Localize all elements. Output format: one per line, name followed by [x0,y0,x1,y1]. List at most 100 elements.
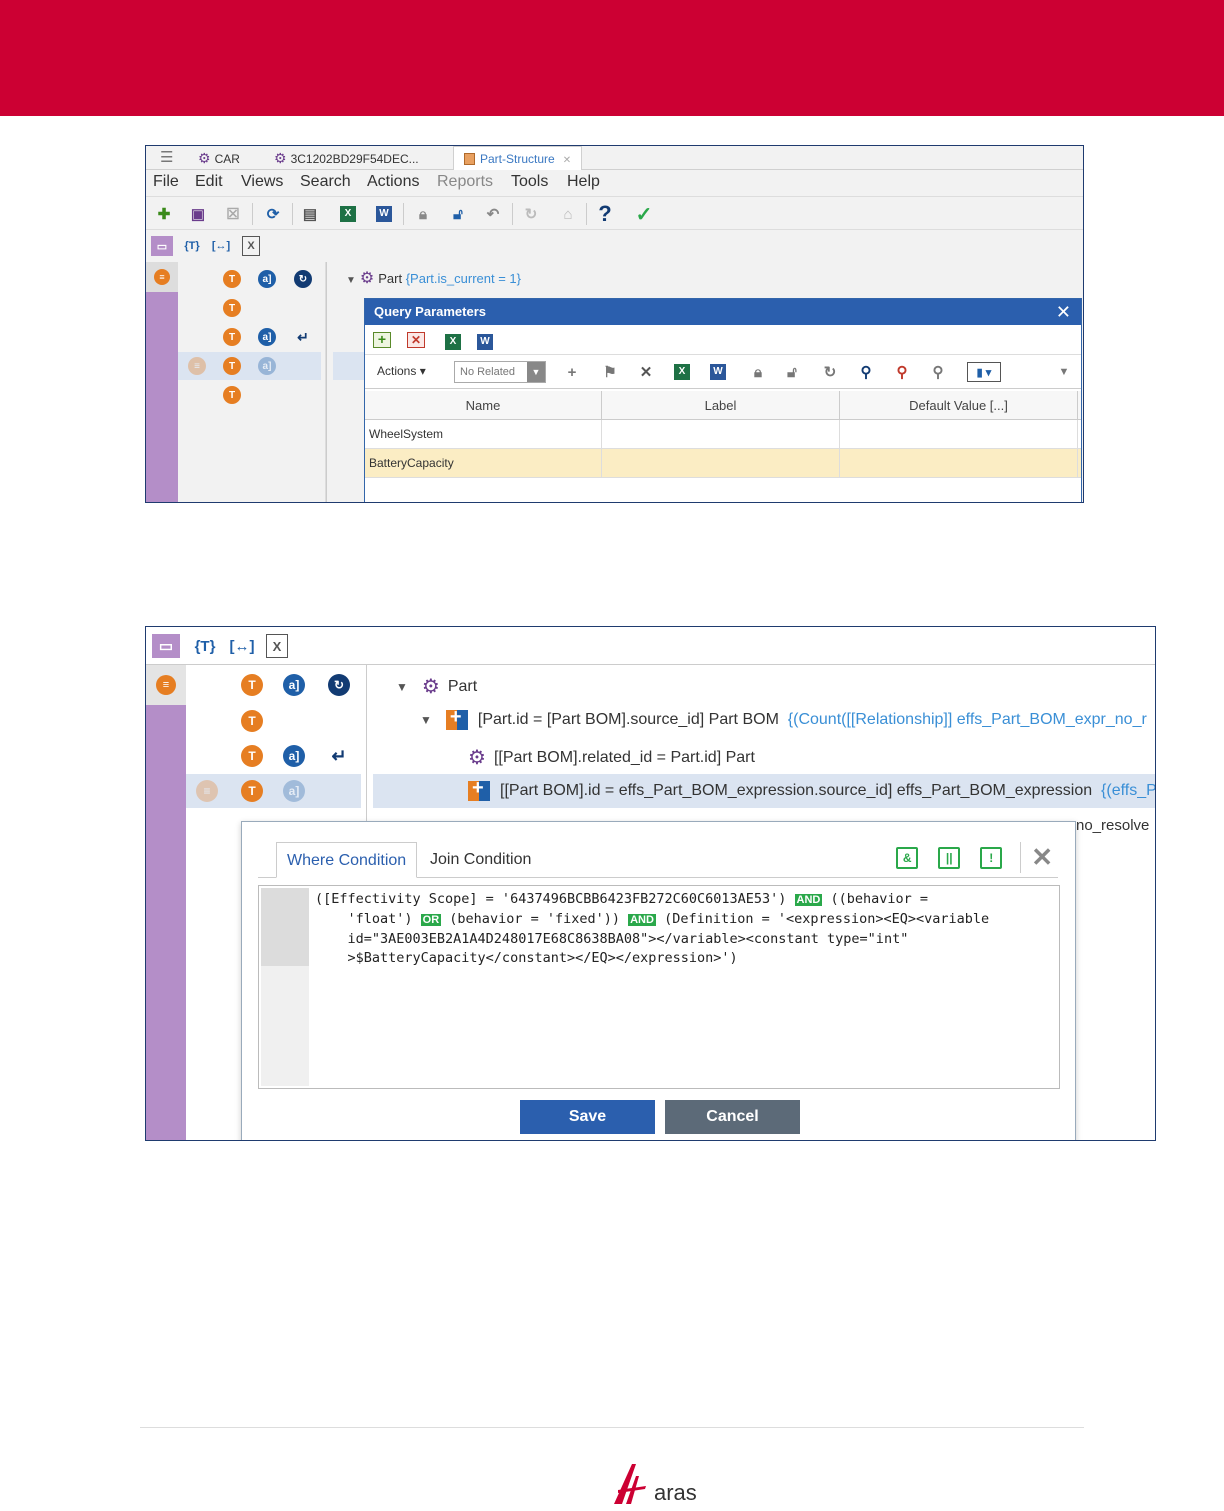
tab-part-item[interactable]: ⚙ 3C1202BD29F54DEC... [274,146,419,170]
delete-icon[interactable]: ✕ [635,362,657,382]
print-icon[interactable]: ▤ [299,203,321,225]
help-icon[interactable]: ? [594,201,616,226]
parameters-icon[interactable]: {T} [180,236,204,256]
tree-node-effs-expression[interactable]: [[Part BOM].id = effs_Part_BOM_expressio… [468,777,1155,801]
filter-icon[interactable]: T [223,299,241,317]
clear-icon[interactable]: X [266,634,288,658]
alias-icon[interactable]: a] [258,328,276,346]
pick-related-icon[interactable]: ⚑ [599,362,621,382]
export-excel-icon[interactable]: X [445,331,461,350]
join-icon[interactable]: [↔] [226,634,258,658]
alias-icon[interactable]: a] [283,745,305,767]
search-options-icon[interactable]: ⚲ [927,362,949,382]
and-icon[interactable]: & [896,846,919,869]
tree-node-part-related[interactable]: ⚙ [[Part BOM].related_id = Part.id] Part [468,745,755,770]
expand-icon[interactable]: ▼ [420,713,432,727]
close-icon[interactable]: ✕ [1056,299,1071,325]
column-name[interactable]: Name [365,391,602,419]
or-icon[interactable]: || [938,846,961,869]
tab-part-structure[interactable]: Part-Structure ✕ [453,146,583,170]
column-default-value[interactable]: Default Value [...] [840,391,1078,419]
export-word-icon[interactable]: W [477,331,493,350]
tree-root[interactable]: ▼ ⚙ Part {Part.is_current = 1} [346,268,521,288]
condition-icon[interactable]: ≡ [196,780,218,802]
search-icon[interactable]: ⚲ [855,362,877,382]
lock-icon[interactable]: 🔒︎ [747,362,769,382]
clear-icon[interactable]: X [242,236,260,256]
alias-icon[interactable]: a] [283,674,305,696]
undo-icon[interactable]: ↶ [482,203,504,225]
refresh-icon[interactable]: ⟳ [262,203,284,225]
tree-node-part[interactable]: ▼ ⚙ Part [396,674,477,699]
query-tree-icon[interactable]: ≡ [146,665,186,705]
more-dropdown[interactable]: ▼ [1053,362,1075,382]
menu-actions[interactable]: Actions [367,173,419,191]
new-relationship-icon[interactable]: + [561,362,583,382]
condition-icon[interactable]: ≡ [188,357,206,375]
tab-where-condition[interactable]: Where Condition [276,842,418,878]
filter-icon[interactable]: T [223,357,241,375]
actions-dropdown[interactable]: Actions ▾ [377,364,426,378]
filter-icon[interactable]: T [241,780,263,802]
query-tree-icon[interactable]: ≡ [146,262,178,292]
hamburger-icon[interactable]: ☰ [160,148,173,166]
expand-icon[interactable]: ▼ [346,275,356,286]
menu-file[interactable]: File [153,173,179,191]
export-excel-icon[interactable]: X [337,203,359,225]
return-icon[interactable]: ↵ [294,328,312,346]
table-row[interactable]: WheelSystem [365,420,1081,449]
filter-icon[interactable]: T [223,270,241,288]
menu-help[interactable]: Help [567,173,600,191]
menu-views[interactable]: Views [241,173,283,191]
return-icon[interactable]: ↵ [328,745,350,767]
not-icon[interactable]: ! [980,846,1003,869]
parameters-icon[interactable]: {T} [190,634,220,658]
export-excel-icon[interactable]: X [671,362,693,382]
recursion-icon[interactable]: ↻ [294,270,312,288]
tab-car[interactable]: ⚙ CAR [198,146,240,170]
table-row[interactable]: BatteryCapacity [365,449,1081,478]
menu-tools[interactable]: Tools [511,173,548,191]
filter-icon[interactable]: T [241,674,263,696]
tab-join-condition[interactable]: Join Condition [420,842,541,878]
condition-editor[interactable]: ([Effectivity Scope] = '6437496BCBB6423F… [258,885,1060,1089]
discard-icon[interactable]: ☒ [222,203,244,225]
add-row-icon[interactable]: + [373,331,391,349]
unlock-icon[interactable]: 🔓︎ [781,362,803,382]
alias-icon[interactable]: a] [283,780,305,802]
properties-icon[interactable]: ▭ [151,236,173,256]
filter-icon[interactable]: T [241,710,263,732]
delete-icon[interactable]: ⌂ [557,203,579,225]
alias-icon[interactable]: a] [258,270,276,288]
new-item-icon[interactable]: ✚ [153,203,175,225]
filter-icon[interactable]: T [223,386,241,404]
close-icon[interactable]: ✕ [1020,842,1053,873]
close-tab-icon[interactable]: ✕ [563,155,571,166]
expand-icon[interactable]: ▼ [396,680,408,694]
clear-search-icon[interactable]: ⚲ [891,362,913,382]
menu-search[interactable]: Search [300,173,351,191]
cancel-button[interactable]: Cancel [665,1100,800,1134]
properties-icon[interactable]: ▭ [152,634,180,658]
menu-edit[interactable]: Edit [195,173,223,191]
save-button[interactable]: Save [520,1100,655,1134]
check-icon[interactable]: ✓ [633,203,655,226]
alias-icon[interactable]: a] [258,357,276,375]
lock-icon[interactable]: 🔒︎ [412,203,434,225]
condition-code[interactable]: ([Effectivity Scope] = '6437496BCBB6423F… [315,890,1055,968]
promote-icon[interactable]: ↻ [819,362,841,382]
export-word-icon[interactable]: W [707,362,729,382]
no-related-select[interactable]: No Related ▼ [454,361,546,383]
save-icon[interactable]: ▣ [187,203,209,225]
tree-node-part-bom[interactable]: ▼[Part.id = [Part BOM].source_id] Part B… [420,706,1147,730]
filter-icon[interactable]: T [223,328,241,346]
menu-reports[interactable]: Reports [437,173,493,191]
delete-row-icon[interactable]: ✕ [407,331,425,349]
unlock-icon[interactable]: 🔓︎ [447,203,469,225]
filter-icon[interactable]: T [241,745,263,767]
export-word-icon[interactable]: W [373,203,395,225]
view-mode-dropdown[interactable]: ▮ ▾ [967,362,1001,382]
column-label[interactable]: Label [602,391,840,419]
promote-icon[interactable]: ↻ [520,203,542,225]
recursion-icon[interactable]: ↻ [328,674,350,696]
